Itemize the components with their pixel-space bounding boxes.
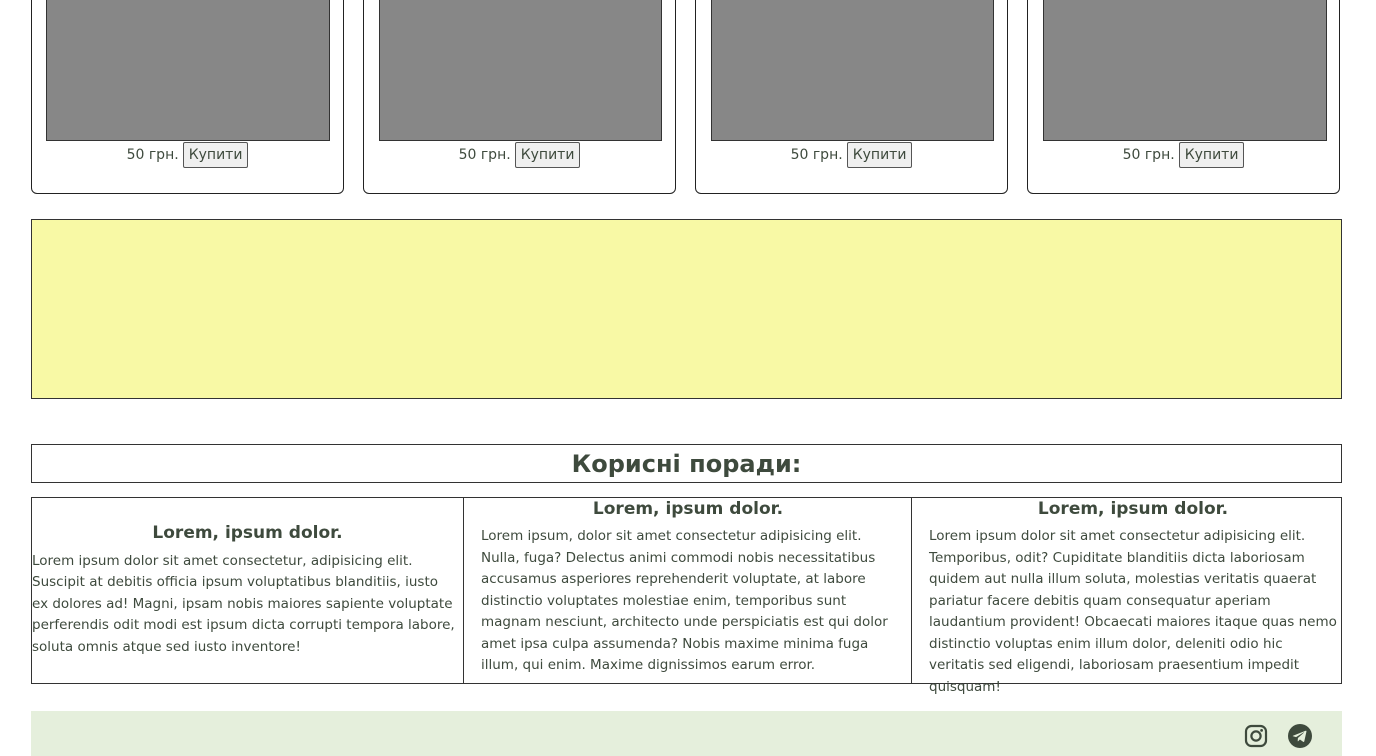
tip-card: Lorem, ipsum dolor. Lorem ipsum, dolor s…: [463, 498, 911, 683]
telegram-icon[interactable]: [1288, 724, 1312, 748]
product-image: [711, 0, 994, 141]
product-card: 50 грн. Купити: [363, 0, 676, 194]
product-price: 50 грн.: [458, 146, 511, 163]
product-image: [46, 0, 330, 141]
tip-heading: Lorem, ipsum dolor.: [1037, 499, 1229, 519]
instagram-icon[interactable]: [1244, 724, 1268, 748]
tip-card: Lorem, ipsum dolor. Lorem ipsum dolor si…: [911, 498, 1341, 695]
product-price: 50 грн.: [126, 146, 179, 163]
tips-row: Lorem, ipsum dolor. Lorem ipsum dolor si…: [31, 497, 1342, 695]
tip-heading: Lorem, ipsum dolor.: [592, 499, 784, 519]
product-price: 50 грн.: [1122, 146, 1175, 163]
product-buy-row: 50 грн. Купити: [32, 141, 343, 168]
banner: [31, 219, 1342, 399]
page: 50 грн. Купити 50 грн. Купити 50 грн. Ку…: [0, 0, 1376, 756]
tip-text: Lorem ipsum dolor sit amet consectetur a…: [929, 528, 1337, 695]
tips-title: Корисні поради:: [31, 444, 1342, 483]
product-card: 50 грн. Купити: [31, 0, 344, 194]
product-image: [1043, 0, 1327, 141]
product-price: 50 грн.: [790, 146, 843, 163]
tip-card: Lorem, ipsum dolor. Lorem ipsum dolor si…: [32, 498, 463, 683]
product-buy-row: 50 грн. Купити: [696, 141, 1007, 168]
tip-heading: Lorem, ipsum dolor.: [152, 522, 343, 543]
footer: [31, 711, 1342, 756]
tip-text: Lorem ipsum dolor sit amet consectetur, …: [32, 552, 455, 655]
tip-text: Lorem ipsum, dolor sit amet consectetur …: [481, 528, 888, 673]
product-image: [379, 0, 662, 141]
product-buy-row: 50 грн. Купити: [1028, 141, 1339, 168]
buy-button[interactable]: Купити: [846, 141, 913, 168]
buy-button[interactable]: Купити: [182, 141, 249, 168]
buy-button[interactable]: Купити: [514, 141, 581, 168]
product-buy-row: 50 грн. Купити: [364, 141, 675, 168]
product-card: 50 грн. Купити: [695, 0, 1008, 194]
product-card: 50 грн. Купити: [1027, 0, 1340, 194]
buy-button[interactable]: Купити: [1178, 141, 1245, 168]
